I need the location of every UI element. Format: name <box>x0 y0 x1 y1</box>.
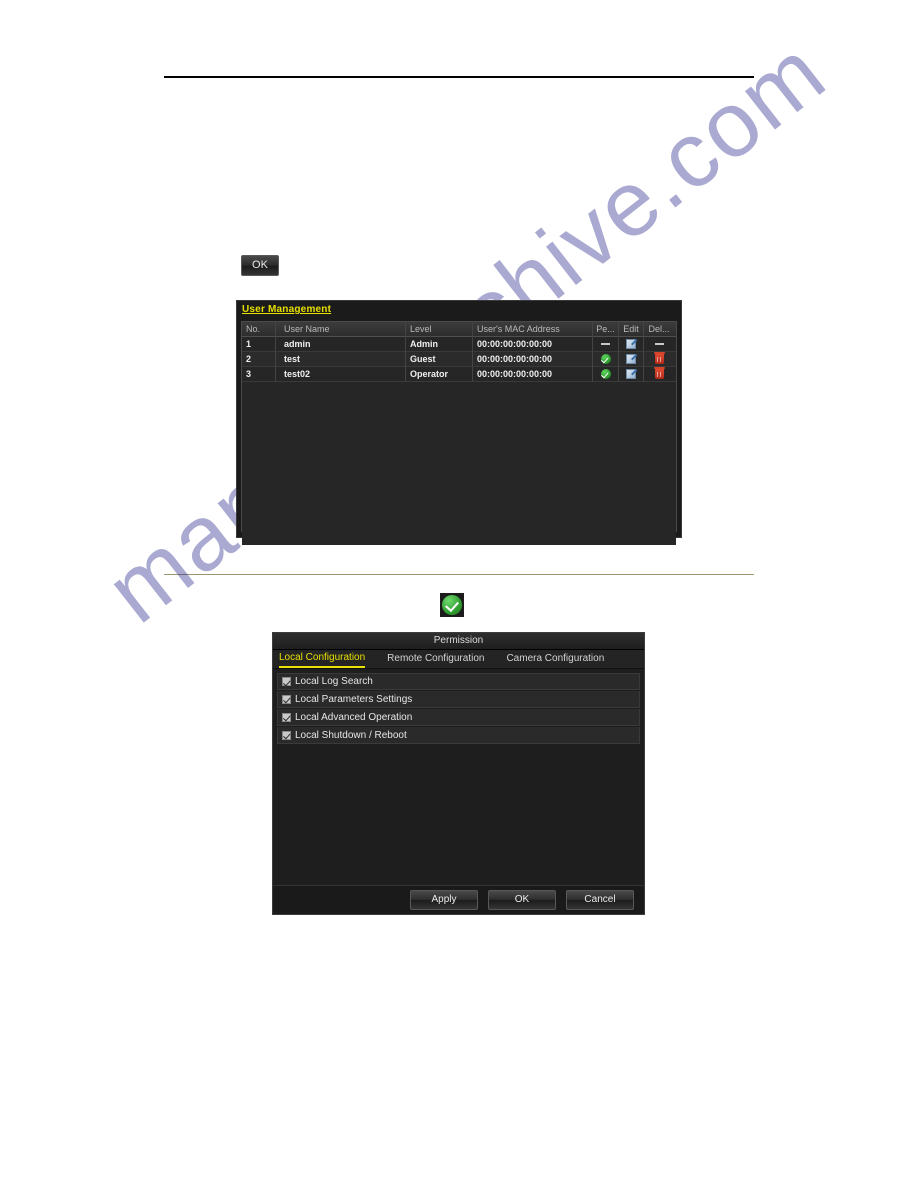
ok-button[interactable]: OK <box>488 890 556 910</box>
permission-item-local-log-search[interactable]: Local Log Search <box>277 673 640 690</box>
green-check-icon[interactable] <box>600 354 611 365</box>
cell-no: 2 <box>242 351 276 367</box>
column-header-delete: Del... <box>648 323 670 334</box>
permission-item-label: Local Advanced Operation <box>295 711 413 723</box>
trash-icon[interactable] <box>653 367 665 380</box>
dialog-tabs: Local Configuration Remote Configuration… <box>273 650 644 669</box>
dialog-footer: Apply OK Cancel <box>273 885 644 914</box>
column-header-level: Level <box>406 321 473 337</box>
tab-remote-configuration[interactable]: Remote Configuration <box>387 652 484 667</box>
cell-level: Admin <box>406 336 473 352</box>
apply-button[interactable]: Apply <box>410 890 478 910</box>
table-row[interactable]: 2 test Guest 00:00:00:00:00:00 <box>242 351 676 367</box>
table-row[interactable]: 3 test02 Operator 00:00:00:00:00:00 <box>242 366 676 382</box>
delete-cell[interactable] <box>644 352 674 367</box>
edit-icon[interactable] <box>626 354 636 365</box>
permission-item-local-advanced-operation[interactable]: Local Advanced Operation <box>277 709 640 726</box>
edit-cell[interactable] <box>619 351 644 367</box>
checkbox-icon[interactable] <box>282 694 291 704</box>
cell-mac-address: 00:00:00:00:00:00 <box>473 336 593 352</box>
ok-button[interactable]: OK <box>241 255 279 276</box>
permission-item-local-shutdown-reboot[interactable]: Local Shutdown / Reboot <box>277 727 640 744</box>
cell-user-name: test02 <box>276 366 406 382</box>
checkbox-icon[interactable] <box>282 730 291 740</box>
cell-no: 3 <box>242 366 276 382</box>
cell-level: Guest <box>406 351 473 367</box>
table-empty-area <box>242 382 676 545</box>
edit-icon[interactable] <box>626 369 636 380</box>
user-table: No. User Name Level User's MAC Address P… <box>241 321 677 545</box>
tab-camera-configuration[interactable]: Camera Configuration <box>506 652 604 667</box>
section-divider-rule <box>164 574 754 575</box>
cell-mac-address: 00:00:00:00:00:00 <box>473 351 593 367</box>
cell-mac-address: 00:00:00:00:00:00 <box>473 366 593 382</box>
delete-cell <box>644 337 674 352</box>
user-management-title: User Management <box>242 304 332 315</box>
table-header-row: No. User Name Level User's MAC Address P… <box>242 321 676 337</box>
permission-item-label: Local Shutdown / Reboot <box>295 729 407 741</box>
cell-no: 1 <box>242 336 276 352</box>
edit-cell[interactable] <box>619 366 644 382</box>
table-row[interactable]: 1 admin Admin 00:00:00:00:00:00 <box>242 336 676 352</box>
cell-level: Operator <box>406 366 473 382</box>
permission-item-label: Local Parameters Settings <box>295 693 413 705</box>
checkbox-icon[interactable] <box>282 677 291 686</box>
permission-item-label: Local Log Search <box>295 676 373 687</box>
tab-local-configuration[interactable]: Local Configuration <box>279 651 366 668</box>
column-header-no: No. <box>242 321 276 337</box>
delete-cell[interactable] <box>644 367 674 382</box>
trash-icon[interactable] <box>653 352 665 365</box>
dash-icon <box>601 342 610 345</box>
column-header-edit: Edit <box>619 321 644 337</box>
column-header-user-name: User Name <box>276 321 406 337</box>
cell-user-name: test <box>276 351 406 367</box>
permission-cell[interactable] <box>593 366 619 382</box>
cell-user-name: admin <box>276 336 406 352</box>
permission-cell[interactable] <box>593 336 619 352</box>
permission-item-list: Local Log Search Local Parameters Settin… <box>277 673 640 863</box>
user-management-panel: User Management No. User Name Level User… <box>236 300 682 545</box>
green-check-icon <box>442 595 462 615</box>
inline-permission-icon <box>440 593 464 617</box>
green-check-icon[interactable] <box>600 369 611 380</box>
column-header-mac-address: User's MAC Address <box>473 321 593 337</box>
column-header-permission: Pe... <box>593 321 619 337</box>
page-header-rule <box>164 76 754 78</box>
cancel-button[interactable]: Cancel <box>566 890 634 910</box>
dialog-title: Permission <box>273 633 644 650</box>
permission-item-local-parameters-settings[interactable]: Local Parameters Settings <box>277 691 640 708</box>
dash-icon <box>654 342 664 345</box>
edit-cell[interactable] <box>619 336 644 352</box>
edit-icon[interactable] <box>626 339 636 350</box>
checkbox-icon[interactable] <box>282 712 291 722</box>
permission-cell[interactable] <box>593 351 619 367</box>
permission-dialog: Permission Local Configuration Remote Co… <box>272 632 645 915</box>
